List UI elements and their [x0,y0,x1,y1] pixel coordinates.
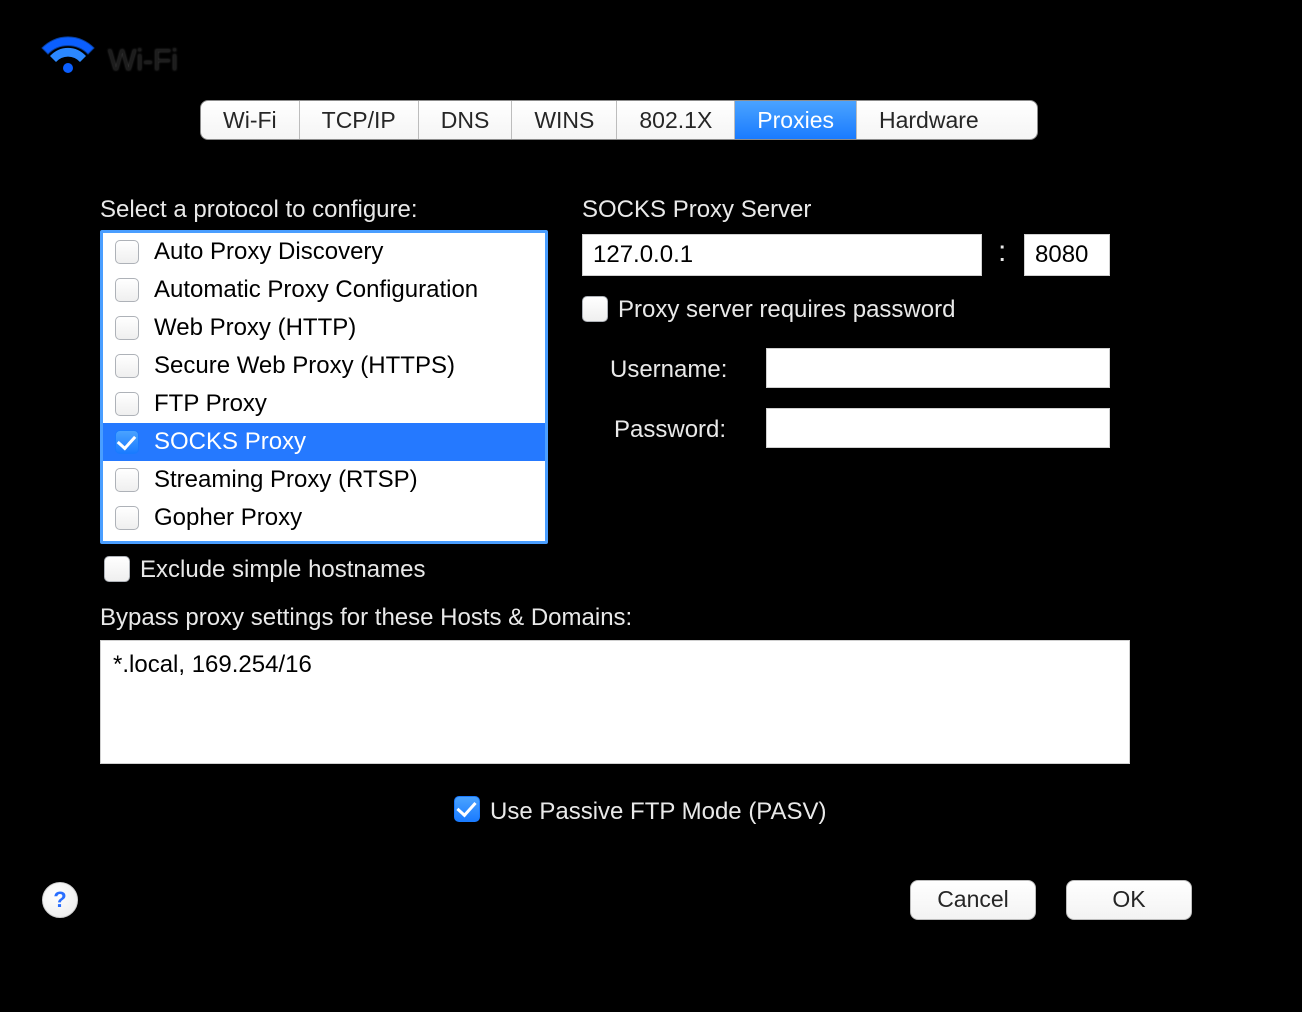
tab-bar: Wi-Fi TCP/IP DNS WINS 802.1X Proxies Har… [200,100,1038,140]
checkbox-auto-config[interactable] [115,278,139,302]
protocol-row-auto-config[interactable]: Automatic Proxy Configuration [103,271,545,309]
requires-password-label: Proxy server requires password [618,296,955,324]
page-title: Wi-Fi [108,44,178,78]
checkbox-https[interactable] [115,354,139,378]
proxy-host-input[interactable] [582,234,982,276]
protocol-row-socks[interactable]: SOCKS Proxy [103,423,545,461]
ok-button[interactable]: OK [1066,880,1192,920]
passive-ftp-label: Use Passive FTP Mode (PASV) [490,798,827,826]
password-label: Password: [614,416,726,444]
password-input[interactable] [766,408,1110,448]
host-port-separator: : [998,235,1006,269]
tab-hardware[interactable]: Hardware [857,101,1001,139]
protocol-row-rtsp[interactable]: Streaming Proxy (RTSP) [103,461,545,499]
passive-ftp-checkbox[interactable] [454,796,480,822]
protocol-row-label: Web Proxy (HTTP) [154,314,356,342]
protocol-row-label: Automatic Proxy Configuration [154,276,478,304]
protocol-row-gopher[interactable]: Gopher Proxy [103,499,545,537]
protocol-row-http[interactable]: Web Proxy (HTTP) [103,309,545,347]
protocol-row-label: FTP Proxy [154,390,267,418]
bypass-hosts-textarea[interactable]: *.local, 169.254/16 [100,640,1130,764]
username-label: Username: [610,356,727,384]
tab-dns[interactable]: DNS [419,101,513,139]
proxy-server-label: SOCKS Proxy Server [582,196,811,224]
checkbox-ftp[interactable] [115,392,139,416]
protocol-row-label: Gopher Proxy [154,504,302,532]
help-button[interactable]: ? [42,882,78,918]
checkbox-socks[interactable] [115,430,139,454]
proxy-port-input[interactable] [1024,234,1110,276]
checkbox-rtsp[interactable] [115,468,139,492]
username-input[interactable] [766,348,1110,388]
network-proxies-panel: Wi-Fi Wi-Fi TCP/IP DNS WINS 802.1X Proxi… [0,0,1302,1012]
protocol-list[interactable]: Auto Proxy Discovery Automatic Proxy Con… [100,230,548,544]
protocol-row-ftp[interactable]: FTP Proxy [103,385,545,423]
tab-proxies[interactable]: Proxies [735,101,857,139]
header: Wi-Fi [0,0,1302,100]
exclude-simple-hostnames-label: Exclude simple hostnames [140,556,425,584]
exclude-simple-hostnames-checkbox[interactable] [104,556,130,582]
tab-8021x[interactable]: 802.1X [617,101,735,139]
tab-wins[interactable]: WINS [512,101,617,139]
cancel-button[interactable]: Cancel [910,880,1036,920]
bypass-label: Bypass proxy settings for these Hosts & … [100,604,632,632]
checkbox-http[interactable] [115,316,139,340]
wifi-icon [40,34,96,78]
protocol-row-auto-discovery[interactable]: Auto Proxy Discovery [103,233,545,271]
protocol-row-https[interactable]: Secure Web Proxy (HTTPS) [103,347,545,385]
protocol-row-label: Secure Web Proxy (HTTPS) [154,352,455,380]
protocol-row-label: Streaming Proxy (RTSP) [154,466,418,494]
requires-password-checkbox[interactable] [582,296,608,322]
tab-tcpip[interactable]: TCP/IP [300,101,419,139]
checkbox-gopher[interactable] [115,506,139,530]
protocol-select-label: Select a protocol to configure: [100,196,418,224]
protocol-row-label: Auto Proxy Discovery [154,238,383,266]
checkbox-auto-discovery[interactable] [115,240,139,264]
protocol-row-label: SOCKS Proxy [154,428,306,456]
tab-wifi[interactable]: Wi-Fi [201,101,300,139]
